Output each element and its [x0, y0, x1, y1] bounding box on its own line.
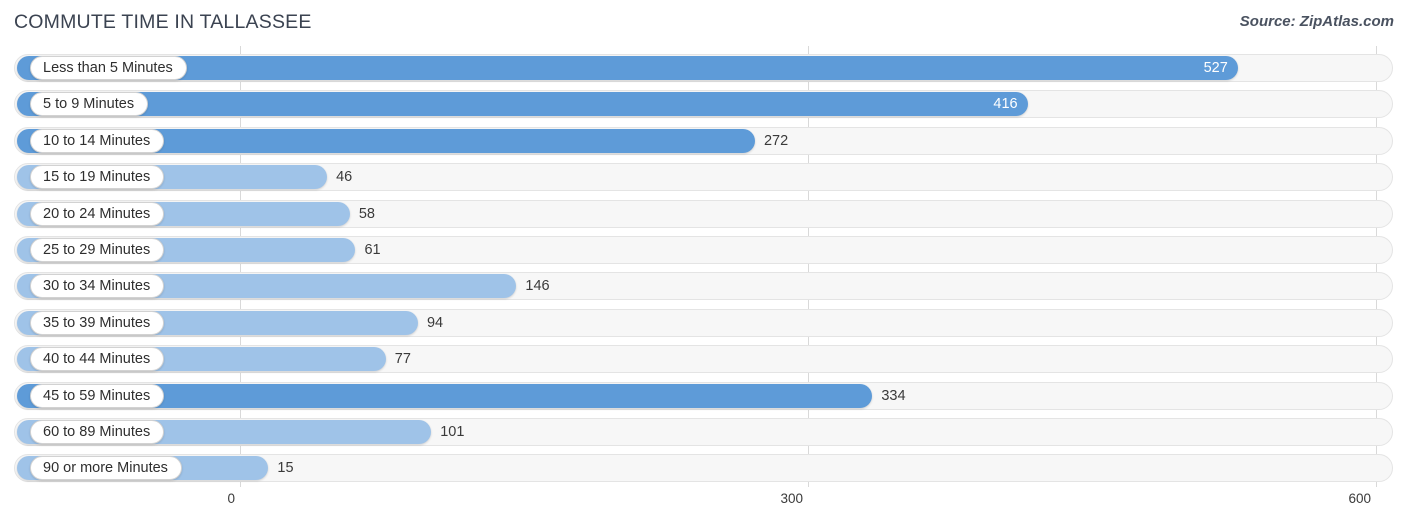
bar-fill[interactable]: [17, 92, 1028, 117]
bar-rows: Less than 5 Minutes 527 5 to 9 Minutes 416 1…: [0, 46, 1406, 487]
page-title: COMMUTE TIME IN TALLASSEE: [14, 11, 312, 33]
bar-category-label: 60 to 89 Minutes: [30, 420, 165, 444]
bar-value-label: 94: [426, 314, 444, 331]
bar-value-label: 46: [336, 169, 353, 186]
bar-category-label: 25 to 29 Minutes: [30, 238, 165, 262]
bar-row[interactable]: 60 to 89 Minutes 101: [14, 418, 1393, 446]
bar-row[interactable]: 35 to 39 Minutes 94: [14, 308, 1393, 337]
x-tick-label: 300: [780, 491, 803, 506]
chart-header: COMMUTE TIME IN TALLASSEE Source: ZipAtl…: [0, 0, 1406, 46]
bar-value-label: 334: [881, 387, 906, 404]
bar-value-label: 101: [440, 424, 465, 440]
bar-fill[interactable]: [17, 56, 1238, 80]
bar-category-label: 15 to 19 Minutes: [30, 165, 165, 190]
bar-row[interactable]: 30 to 34 Minutes 146: [14, 272, 1393, 301]
bar-value-label: 61: [364, 242, 381, 258]
bar-value-label: 416: [993, 96, 1018, 113]
bar-row[interactable]: 45 to 59 Minutes 334: [14, 381, 1393, 410]
commute-time-chart: COMMUTE TIME IN TALLASSEE Source: ZipAtl…: [0, 0, 1406, 523]
bar-row[interactable]: 40 to 44 Minutes 77: [14, 345, 1393, 374]
plot-area: Less than 5 Minutes 527 5 to 9 Minutes 416 1…: [0, 46, 1406, 487]
bar-value-label: 527: [1203, 60, 1228, 76]
x-axis: 0 300 600: [0, 487, 1406, 523]
bar-category-label: 40 to 44 Minutes: [30, 347, 165, 372]
bar-category-label: Less than 5 Minutes: [30, 56, 187, 80]
source-attribution: Source: ZipAtlas.com: [1239, 13, 1394, 30]
bar-value-label: 146: [525, 278, 550, 295]
x-tick-label: 600: [1348, 491, 1371, 506]
bar-row[interactable]: 20 to 24 Minutes 58: [14, 199, 1393, 228]
bar-category-label: 35 to 39 Minutes: [30, 310, 165, 335]
bar-value-label: 77: [394, 351, 411, 368]
bar-category-label: 10 to 14 Minutes: [30, 128, 165, 153]
bar-row[interactable]: 5 to 9 Minutes 416: [14, 90, 1393, 119]
bar-category-label: 20 to 24 Minutes: [30, 201, 165, 226]
bar-value-label: 272: [763, 132, 789, 149]
x-tick-label: 0: [227, 491, 235, 506]
bar-row[interactable]: 25 to 29 Minutes 61: [14, 236, 1393, 264]
bar-category-label: 30 to 34 Minutes: [30, 274, 165, 299]
bar-row[interactable]: 10 to 14 Minutes 272: [14, 126, 1393, 155]
bar-value-label: 58: [358, 205, 375, 222]
bar-category-label: 5 to 9 Minutes: [30, 92, 149, 117]
bar-row[interactable]: Less than 5 Minutes 527: [14, 54, 1393, 82]
bar-category-label: 90 or more Minutes: [30, 456, 182, 481]
bar-row[interactable]: 15 to 19 Minutes 46: [14, 163, 1393, 192]
bar-category-label: 45 to 59 Minutes: [30, 383, 165, 408]
bar-value-label: 15: [277, 460, 294, 477]
bar-row[interactable]: 90 or more Minutes 15: [14, 454, 1393, 483]
